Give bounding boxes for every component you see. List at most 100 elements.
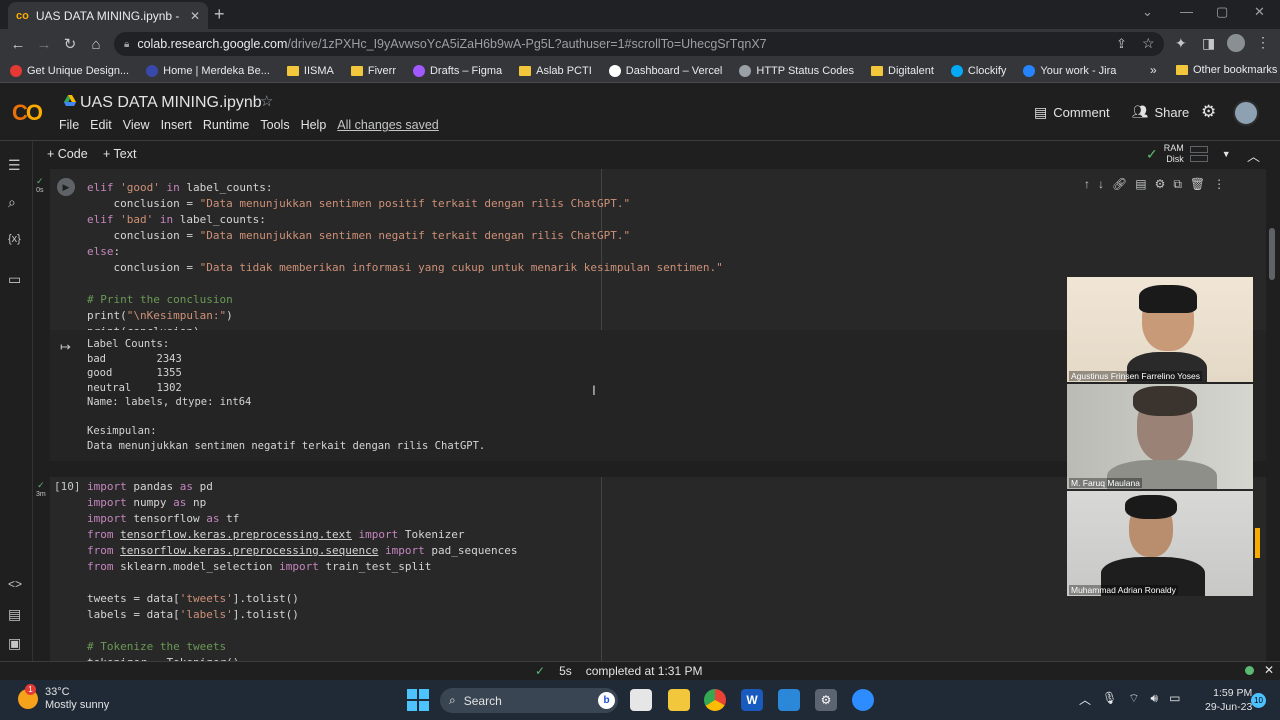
menu-edit[interactable]: Edit (90, 118, 112, 132)
taskbar-clock[interactable]: 1:59 PM 29-Jun-23 (1205, 686, 1252, 714)
browser-tab[interactable]: co UAS DATA MINING.ipynb - Colab ✕ (8, 2, 208, 29)
bookmark-item[interactable]: Clockify (950, 64, 1006, 77)
windows-start-icon[interactable] (407, 689, 429, 711)
side-panel-icon[interactable]: ◨ (1202, 35, 1215, 52)
cell-toolbar: ↑ ↓ 🔗︎ ▤ ⚙ ⧉ 🗑︎ ⋮ (1084, 177, 1225, 192)
menu-runtime[interactable]: Runtime (203, 118, 250, 132)
files-icon[interactable]: ▭ (8, 271, 21, 288)
taskbar-search[interactable]: ⌕ Search b (440, 688, 618, 713)
bookmark-item[interactable]: IISMA (286, 65, 334, 77)
word-icon[interactable]: W (741, 689, 763, 711)
back-icon[interactable]: ← (5, 36, 31, 53)
share-page-icon[interactable]: ⇪ (1116, 36, 1127, 52)
tray-overflow-icon[interactable]: ︿ (1079, 691, 1091, 708)
notepad-icon[interactable] (778, 689, 800, 711)
menu-insert[interactable]: Insert (161, 118, 192, 132)
close-status-icon[interactable]: ✕ (1264, 663, 1274, 677)
chrome-icon[interactable] (704, 689, 726, 711)
menu-tools[interactable]: Tools (260, 118, 289, 132)
cell-settings-icon[interactable]: ⚙ (1155, 177, 1166, 192)
more-bookmarks-icon[interactable]: » (1150, 63, 1157, 77)
save-status[interactable]: All changes saved (337, 118, 438, 132)
variables-icon[interactable]: {x} (8, 233, 21, 245)
forward-icon[interactable]: → (31, 36, 57, 53)
bookmark-item[interactable]: Aslab PCTI (519, 65, 592, 77)
new-tab-icon[interactable]: + (214, 4, 225, 25)
browser-menu-icon[interactable]: ⋮ (1256, 34, 1270, 51)
other-bookmarks-label: Other bookmarks (1193, 64, 1278, 76)
close-window-icon[interactable]: ✕ (1254, 4, 1265, 20)
add-text-button[interactable]: + Text (103, 147, 136, 161)
comment-button[interactable]: ▤ Comment (1034, 104, 1110, 121)
reload-icon[interactable]: ↻ (57, 35, 83, 53)
bookmark-item[interactable]: Get Unique Design... (10, 64, 129, 77)
close-tab-icon[interactable]: ✕ (190, 9, 200, 23)
move-down-icon[interactable]: ↓ (1098, 177, 1104, 192)
menu-help[interactable]: Help (301, 118, 327, 132)
microphone-icon[interactable]: 🎙︎ (1102, 691, 1117, 708)
connected-check-icon: ✓ (1146, 145, 1158, 162)
output-options-icon[interactable]: ↦ (60, 339, 71, 355)
video-tile-3[interactable]: Muhammad Adrian Ronaldy (1067, 491, 1253, 596)
menu-view[interactable]: View (123, 118, 150, 132)
bookmark-item[interactable]: Home | Merdeka Be... (146, 64, 270, 77)
bookmark-item[interactable]: HTTP Status Codes (739, 64, 854, 77)
delete-cell-icon[interactable]: 🗑︎ (1190, 177, 1205, 192)
toc-icon[interactable]: ☰ (8, 157, 21, 174)
file-explorer-icon[interactable] (668, 689, 690, 711)
terminal-icon[interactable]: ▣ (8, 635, 21, 652)
share-button[interactable]: 👥︎ Share (1132, 104, 1189, 120)
run-cell-button[interactable]: ▶ (57, 178, 75, 196)
resource-monitor[interactable]: ✓ RAM Disk ▼ (1146, 143, 1231, 165)
collapse-header-icon[interactable]: ︿ (1247, 146, 1260, 165)
bing-icon: b (598, 692, 615, 709)
other-bookmarks[interactable]: Other bookmarks (1176, 64, 1277, 76)
bookmark-item[interactable]: Fiverr (350, 65, 396, 77)
bookmark-item[interactable]: Digitalent (871, 65, 934, 77)
video-tile-1[interactable]: Agustinus Frinsen Farrelino Yoses (1067, 277, 1253, 382)
minimize-icon[interactable]: — (1180, 4, 1193, 19)
maximize-icon[interactable]: ▢ (1216, 4, 1228, 20)
notebook-title[interactable]: UAS DATA MINING.ipynb (80, 94, 262, 112)
bookmark-label: Drafts – Figma (429, 64, 503, 77)
bookmark-item[interactable]: Your work - Jira (1023, 64, 1116, 77)
extensions-icon[interactable]: ✦ (1175, 35, 1187, 52)
menu-file[interactable]: File (59, 118, 79, 132)
volume-icon[interactable]: 🔊︎ (1151, 691, 1159, 708)
notification-badge[interactable]: 10 (1251, 693, 1266, 708)
bookmark-star-icon[interactable]: ☆ (1142, 35, 1155, 52)
cell1-code[interactable]: elif 'good' in label_counts: conclusion … (87, 169, 723, 340)
chevron-down-icon[interactable]: ▼ (1222, 149, 1231, 159)
link-icon[interactable]: 🔗︎ (1112, 177, 1127, 192)
comment-cell-icon[interactable]: ▤ (1135, 177, 1146, 192)
code-line: import numpy as np (87, 496, 207, 509)
cell2-code[interactable]: import pandas as pd import numpy as np imp… (87, 479, 518, 661)
weather-widget[interactable]: 1 33°C Mostly sunny (18, 684, 109, 712)
colab-logo-icon[interactable]: CO (12, 100, 43, 126)
notebook-scrollbar[interactable] (1269, 228, 1275, 280)
settings-icon[interactable]: ⚙ (815, 689, 837, 711)
bookmark-item[interactable]: Drafts – Figma (412, 64, 503, 77)
home-icon[interactable]: ⌂ (83, 36, 109, 53)
code-snippets-icon[interactable]: <> (8, 577, 22, 591)
search-icon[interactable]: ⌕ (8, 194, 16, 211)
code-line: from tensorflow.keras.preprocessing.text… (87, 528, 465, 541)
move-up-icon[interactable]: ↑ (1084, 177, 1090, 192)
wifi-icon[interactable]: ⌔ (1128, 691, 1139, 708)
zoom-icon[interactable] (852, 689, 874, 711)
mirror-cell-icon[interactable]: ⧉ (1173, 177, 1182, 192)
tab-search-icon[interactable]: ⌄ (1142, 4, 1153, 20)
star-notebook-icon[interactable]: ☆ (260, 92, 273, 110)
bookmark-item[interactable]: Dashboard – Vercel (608, 64, 723, 77)
profile-avatar[interactable] (1227, 34, 1245, 52)
video-tile-2[interactable]: M. Faruq Maulana (1067, 384, 1253, 489)
settings-gear-icon[interactable]: ⚙ (1201, 102, 1216, 122)
account-avatar[interactable] (1233, 100, 1259, 126)
more-options-icon[interactable]: ⋮ (1213, 177, 1225, 192)
add-code-button[interactable]: + Code (47, 147, 88, 161)
snipping-tool-icon[interactable] (630, 689, 652, 711)
battery-icon[interactable]: ▭ (1169, 691, 1180, 708)
command-palette-icon[interactable]: ▤ (8, 606, 21, 623)
omnibox[interactable]: 🔒︎ colab.research.google.com/drive/1zPXH… (114, 32, 1164, 56)
bookmark-label: Dashboard – Vercel (625, 64, 723, 77)
